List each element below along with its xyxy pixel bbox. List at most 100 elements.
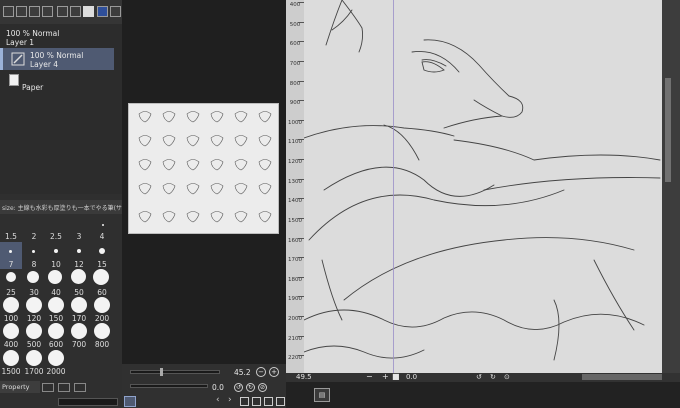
zoom-slider-handle[interactable]: [160, 368, 163, 376]
ruler-tick-label: 900: [286, 100, 304, 120]
vertical-ruler: 400 500 600 700 800 900 1000 1100 1200 1300 1400 15…: [286, 0, 304, 373]
rotate-left-icon[interactable]: ↺: [234, 383, 243, 392]
drawing-canvas[interactable]: [304, 0, 662, 373]
brush-dot-icon: [71, 323, 87, 339]
ruler-tick-label: 600: [286, 41, 304, 61]
layer-row-paper[interactable]: Paper: [0, 71, 114, 93]
layer-row-layer-4[interactable]: 100 % Normal Layer 4: [0, 48, 114, 70]
brush-size-200[interactable]: 200: [91, 314, 113, 323]
zoom-in-icon[interactable]: +: [269, 367, 279, 377]
property-tab-label: Property: [2, 383, 30, 391]
rotate-left-button[interactable]: ↺: [476, 373, 482, 381]
new-folder-icon[interactable]: [29, 6, 40, 17]
brush-size-800[interactable]: 800: [91, 340, 113, 349]
flip-right-icon[interactable]: ›: [228, 395, 232, 405]
brush-size-8[interactable]: 8: [23, 260, 45, 269]
brush-size-1-5[interactable]: 1.5: [0, 232, 22, 241]
brush-size-25[interactable]: 25: [0, 288, 22, 297]
trash-icon[interactable]: [110, 6, 121, 17]
brush-size-2[interactable]: 2: [23, 232, 45, 241]
apply-mask-icon[interactable]: [83, 6, 94, 17]
brush-size-170[interactable]: 170: [68, 314, 90, 323]
copy-layer-icon[interactable]: [42, 6, 53, 17]
reset-rotation-icon[interactable]: ⊘: [258, 383, 267, 392]
tool-property-icon[interactable]: [42, 383, 54, 392]
sub-tool-icon[interactable]: [58, 383, 70, 392]
brush-size-100[interactable]: 100: [0, 314, 22, 323]
panel-menu-icon[interactable]: ▤: [314, 388, 330, 402]
rotate-handle-icon[interactable]: ■: [392, 372, 400, 381]
brush-size-400[interactable]: 400: [0, 340, 22, 349]
ruler-tick-label: 1000: [286, 119, 304, 140]
ruler-tick-label: 1900: [286, 296, 304, 316]
brush-size-30[interactable]: 30: [23, 288, 45, 297]
navigator-thumbnail[interactable]: [128, 103, 279, 234]
zoom-slider[interactable]: [130, 370, 220, 374]
color-layer-icon[interactable]: [97, 6, 108, 17]
eyedropper-icon[interactable]: [124, 396, 136, 407]
brush-size-10[interactable]: 10: [45, 260, 67, 269]
brush-size-600[interactable]: 600: [45, 340, 67, 349]
brush-size-50[interactable]: 50: [68, 288, 90, 297]
brush-size-12[interactable]: 12: [68, 260, 90, 269]
layer-row-layer-1[interactable]: 100 % Normal Layer 1: [0, 26, 114, 48]
brush-size-1500[interactable]: 1500: [0, 367, 22, 376]
brush-size-15[interactable]: 15: [91, 260, 113, 269]
rotate-right-button[interactable]: ↻: [490, 373, 496, 381]
bottom-bar: [286, 382, 680, 408]
new-vector-layer-icon[interactable]: [16, 6, 27, 17]
brush-size-1700[interactable]: 1700: [23, 367, 45, 376]
navigator-tool-bar: ‹ ›: [122, 394, 286, 408]
brush-size-2000[interactable]: 2000: [45, 367, 67, 376]
vertical-scrollbar[interactable]: [662, 0, 680, 373]
zoom-in-button[interactable]: +: [382, 372, 389, 381]
brush-size-150[interactable]: 150: [45, 314, 67, 323]
mask-layer-icon[interactable]: [70, 6, 81, 17]
brush-dot-icon: [48, 350, 64, 366]
brush-dot-icon: [32, 250, 35, 253]
brush-icon[interactable]: [74, 383, 86, 392]
canvas-guide-line[interactable]: [393, 0, 394, 373]
brush-size-120[interactable]: 120: [23, 314, 45, 323]
tab-property[interactable]: Property: [0, 381, 40, 393]
vertical-scrollbar-thumb[interactable]: [665, 78, 671, 182]
rotate-right-icon[interactable]: ↻: [246, 383, 255, 392]
delete-icon[interactable]: [276, 397, 285, 406]
canvas-zoom-value: 49.5: [296, 373, 312, 381]
rotate-slider[interactable]: [130, 384, 208, 388]
brush-size-60[interactable]: 60: [91, 288, 113, 297]
reset-view-button[interactable]: ⊙: [504, 373, 510, 381]
fit-icon[interactable]: [240, 397, 249, 406]
brush-dot-icon: [99, 248, 105, 254]
layer-opacity-blend: 100 % Normal: [6, 29, 60, 38]
ruler-tick-label: 1400: [286, 198, 304, 218]
brush-size-7[interactable]: 7: [0, 260, 22, 269]
brush-dot-icon: [27, 271, 39, 283]
brush-size-40[interactable]: 40: [45, 288, 67, 297]
horizontal-scrollbar[interactable]: [582, 374, 662, 380]
sketch-lineart: [304, 0, 661, 361]
brush-dot-icon: [26, 297, 42, 313]
brush-size-700[interactable]: 700: [68, 340, 90, 349]
folder-icon[interactable]: [252, 397, 261, 406]
brush-size-4[interactable]: 4: [91, 232, 113, 241]
merge-layer-icon[interactable]: [57, 6, 68, 17]
canvas-angle-value: 0.0: [406, 373, 418, 381]
copy-icon[interactable]: [264, 397, 273, 406]
zoom-out-icon[interactable]: −: [256, 367, 266, 377]
new-layer-icon[interactable]: [3, 6, 14, 17]
ruler-tick-label: 1800: [286, 276, 304, 297]
ruler-tick-label: 1300: [286, 178, 304, 199]
layer-opacity-blend: 100 % Normal: [30, 51, 84, 60]
brush-size-3[interactable]: 3: [68, 232, 90, 241]
flip-left-icon[interactable]: ‹: [216, 395, 220, 405]
zoom-out-button[interactable]: −: [366, 372, 373, 381]
ruler-tick-label: 400: [286, 2, 304, 22]
brush-dot-icon: [48, 323, 64, 339]
brush-size-2-5[interactable]: 2.5: [45, 232, 67, 241]
canvas-status-bar: 49.5 − + ■ 0.0 ↺ ↻ ⊙: [286, 372, 680, 382]
brush-dot-icon: [26, 323, 42, 339]
property-slider[interactable]: [58, 398, 118, 406]
brush-size-500[interactable]: 500: [23, 340, 45, 349]
ruler-tick-label: 2000: [286, 316, 304, 336]
